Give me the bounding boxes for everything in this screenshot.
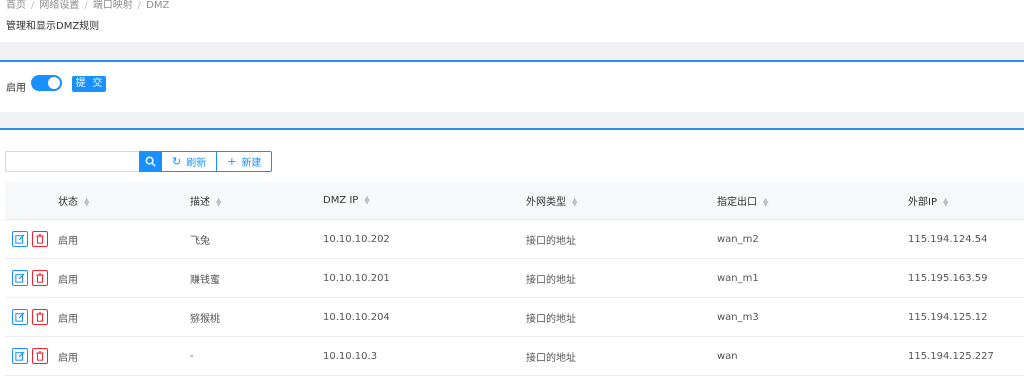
column-header-outlet[interactable]: 指定出口 ▲ ▼: [717, 193, 769, 209]
cell-status: 启用: [58, 352, 78, 364]
column-header-description[interactable]: 描述 ▲ ▼: [190, 193, 222, 209]
submit-button[interactable]: 提 交: [72, 76, 106, 92]
cell-wan-type: 接口的地址: [526, 274, 576, 286]
refresh-label: 刷新: [186, 158, 207, 169]
breadcrumb-port-mapping[interactable]: 端口映射: [93, 0, 133, 11]
edit-icon: [15, 351, 25, 361]
search-icon: [145, 156, 156, 167]
breadcrumb-dmz: DMZ: [146, 0, 170, 11]
trash-icon: [36, 273, 44, 283]
refresh-icon: ↻: [172, 155, 182, 168]
new-label: 新建: [241, 158, 262, 169]
cell-description: 猕猴桃: [190, 313, 220, 325]
breadcrumb-home[interactable]: 首页: [6, 0, 26, 11]
cell-wan-type: 接口的地址: [526, 235, 576, 247]
section-divider: [0, 112, 1024, 128]
cell-description: -: [190, 350, 194, 362]
cell-external-ip: 115.194.125.227: [908, 350, 994, 362]
column-header-external-ip[interactable]: 外部IP ▲ ▼: [908, 193, 949, 209]
table-header: 状态 ▲ ▼ 描述 ▲ ▼ DMZ IP ▲ ▼ 外网类型 ▲ ▼ 指定出口 ▲ ▼ 外部IP ▲ ▼: [5, 182, 1024, 220]
delete-button[interactable]: [32, 270, 48, 286]
cell-status: 启用: [58, 274, 78, 286]
cell-outlet: wan_m3: [717, 311, 759, 323]
edit-icon: [15, 273, 25, 283]
dmz-settings-panel: 启用 提 交: [0, 60, 1024, 112]
table-row: 启用 飞兔 10.10.10.202 接口的地址 wan_m2 115.194.…: [5, 220, 1024, 259]
search-input[interactable]: [5, 151, 139, 172]
toggle-knob: [48, 77, 60, 89]
table-row: 启用 - 10.10.10.3 接口的地址 wan 115.194.125.22…: [5, 337, 1024, 376]
breadcrumb: 首页 / 网络设置 / 端口映射 / DMZ: [6, 0, 170, 11]
cell-outlet: wan_m2: [717, 233, 759, 245]
refresh-button[interactable]: ↻ 刷新: [162, 151, 218, 172]
sort-icon: ▲ ▼: [364, 194, 370, 206]
sort-icon: ▲ ▼: [942, 196, 949, 208]
trash-icon: [36, 312, 44, 322]
delete-button[interactable]: [32, 231, 48, 247]
page-description: 管理和显示DMZ规则: [6, 21, 100, 32]
edit-icon: [15, 234, 25, 244]
cell-external-ip: 115.194.124.54: [908, 233, 988, 245]
cell-status: 启用: [58, 235, 78, 247]
delete-button[interactable]: [32, 309, 48, 325]
table-row: 启用 猕猴桃 10.10.10.204 接口的地址 wan_m3 115.194…: [5, 298, 1024, 337]
sort-icon: ▲ ▼: [763, 196, 769, 208]
cell-status: 启用: [58, 313, 78, 325]
edit-button[interactable]: [12, 309, 28, 325]
cell-external-ip: 115.195.163.59: [908, 272, 988, 284]
search-button[interactable]: [139, 151, 162, 172]
column-header-wan-type[interactable]: 外网类型 ▲ ▼: [526, 193, 578, 209]
plus-icon: +: [227, 155, 237, 168]
dmz-rules-table: 状态 ▲ ▼ 描述 ▲ ▼ DMZ IP ▲ ▼ 外网类型 ▲ ▼ 指定出口 ▲ ▼ 外部IP ▲ ▼ …: [5, 182, 1024, 376]
sort-icon: ▲ ▼: [84, 196, 90, 208]
column-header-status[interactable]: 状态 ▲ ▼: [58, 193, 90, 209]
cell-wan-type: 接口的地址: [526, 352, 576, 364]
cell-wan-type: 接口的地址: [526, 313, 576, 325]
table-row: 启用 赚钱蜜 10.10.10.201 接口的地址 wan_m1 115.195…: [5, 259, 1024, 298]
delete-button[interactable]: [32, 348, 48, 364]
cell-dmz-ip: 10.10.10.204: [323, 311, 390, 323]
cell-outlet: wan: [717, 350, 738, 362]
table-toolbar: ↻ 刷新 + 新建: [5, 151, 273, 172]
enable-toggle[interactable]: [31, 75, 62, 91]
sort-icon: ▲ ▼: [216, 196, 222, 208]
column-header-dmz-ip[interactable]: DMZ IP ▲ ▼: [323, 194, 370, 207]
breadcrumb-network-settings[interactable]: 网络设置: [39, 0, 79, 11]
cell-description: 赚钱蜜: [190, 274, 220, 286]
cell-external-ip: 115.194.125.12: [908, 311, 988, 323]
cell-outlet: wan_m1: [717, 272, 759, 284]
section-divider: [0, 42, 1024, 60]
enable-label: 启用: [6, 83, 26, 94]
edit-icon: [15, 312, 25, 322]
cell-dmz-ip: 10.10.10.201: [323, 272, 390, 284]
cell-dmz-ip: 10.10.10.202: [323, 233, 390, 245]
trash-icon: [36, 234, 44, 244]
dmz-rules-panel: ↻ 刷新 + 新建 状态 ▲ ▼ 描述 ▲ ▼ DMZ IP ▲ ▼ 外网类型 ▲ ▼ 指定出口 ▲ ▼…: [0, 128, 1024, 383]
cell-description: 飞兔: [190, 235, 210, 247]
sort-icon: ▲ ▼: [572, 196, 578, 208]
edit-button[interactable]: [12, 348, 28, 364]
new-button[interactable]: + 新建: [217, 151, 273, 172]
edit-button[interactable]: [12, 270, 28, 286]
edit-button[interactable]: [12, 231, 28, 247]
trash-icon: [36, 351, 44, 361]
cell-dmz-ip: 10.10.10.3: [323, 350, 378, 362]
